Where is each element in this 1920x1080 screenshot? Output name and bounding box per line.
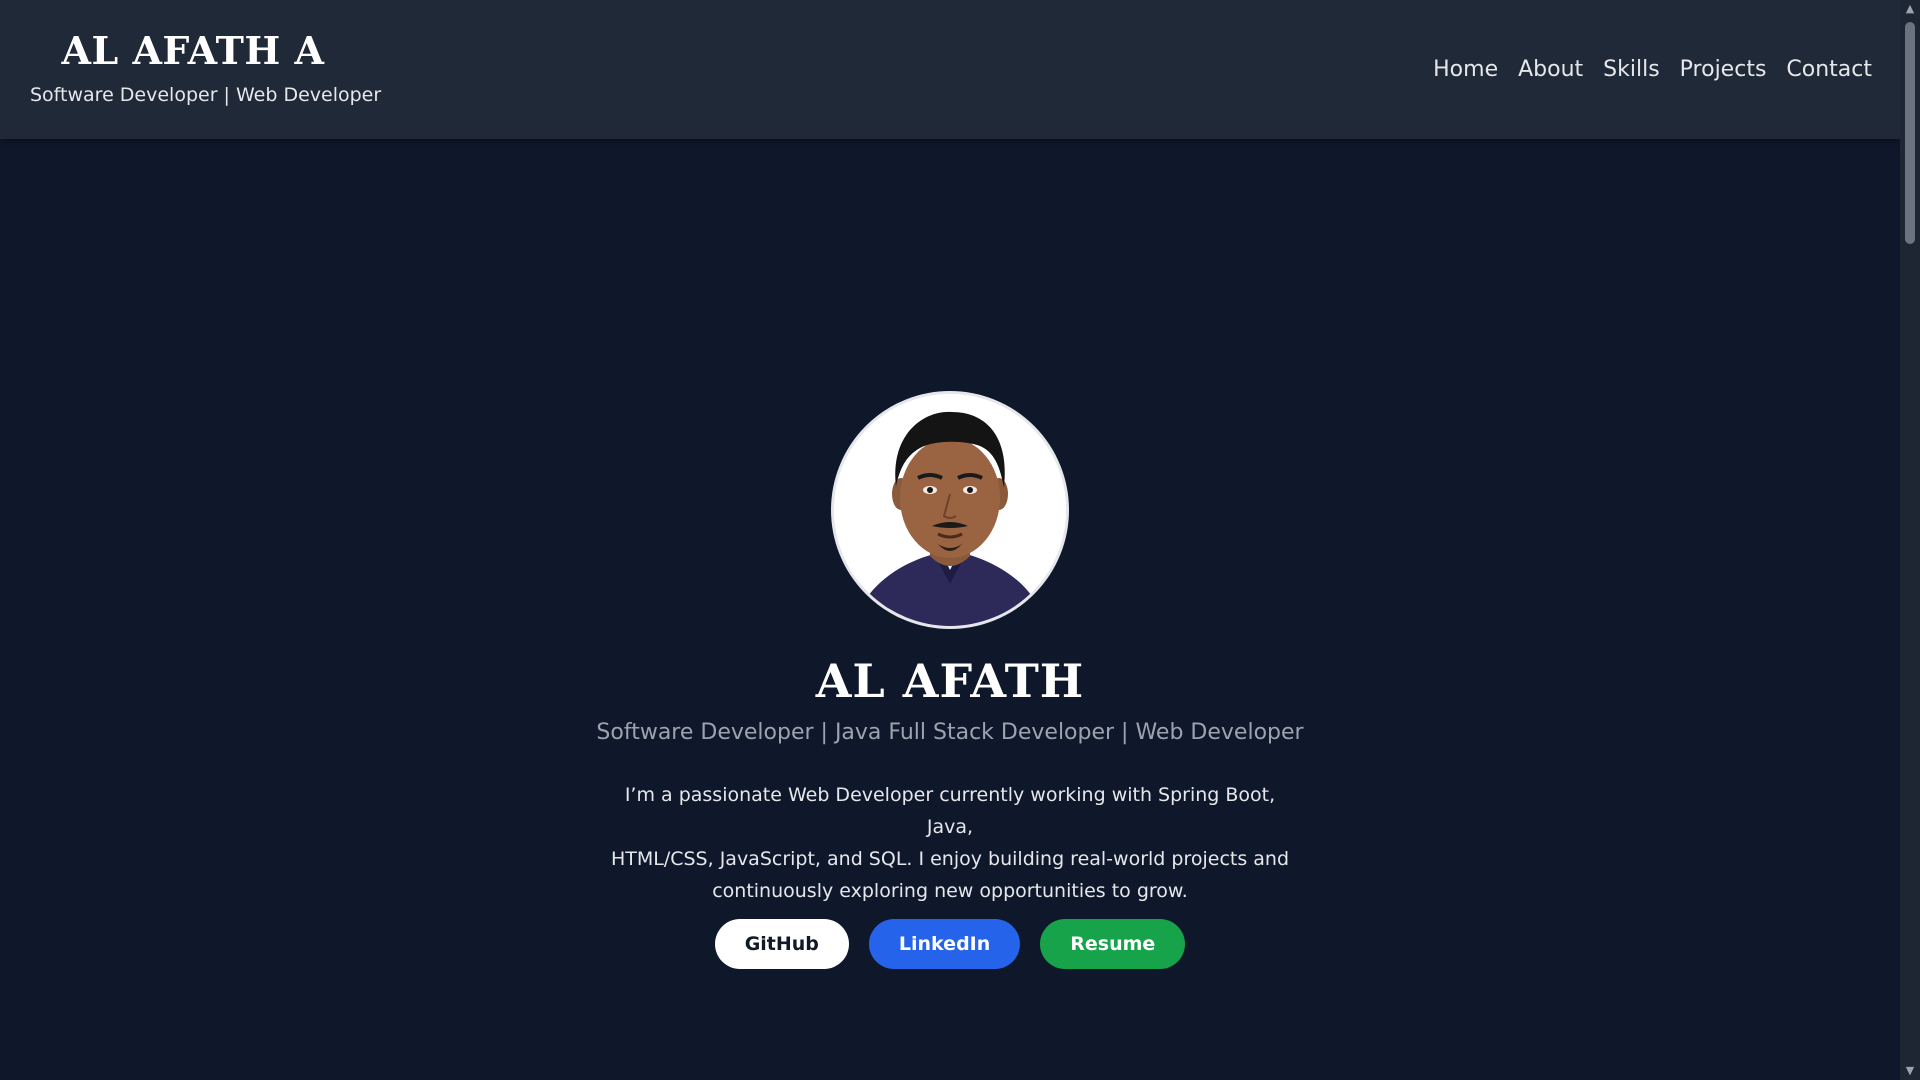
hero-bio-line: HTML/CSS, JavaScript, and SQL. I enjoy b… — [610, 848, 1290, 870]
nav-link-projects[interactable]: Projects — [1680, 52, 1767, 88]
scroll-down-arrow-icon[interactable]: ▼ — [1900, 1062, 1920, 1080]
hero-subtitle: Software Developer | Java Full Stack Dev… — [596, 720, 1304, 745]
brand-tagline: Software Developer | Web Developer — [30, 84, 382, 106]
nav-link-about[interactable]: About — [1518, 52, 1583, 88]
linkedin-button[interactable]: LinkedIn — [868, 919, 1021, 969]
hero-bio-line: I’m a passionate Web Developer currently… — [624, 784, 1276, 838]
nav-link-skills[interactable]: Skills — [1603, 52, 1660, 88]
brand: AL AFATH A Software Developer | Web Deve… — [30, 24, 382, 108]
site-header: AL AFATH A Software Developer | Web Deve… — [0, 0, 1900, 139]
hero-bio: I’m a passionate Web Developer currently… — [610, 779, 1290, 907]
avatar-portrait-icon — [834, 394, 1066, 626]
hero-bio-line: continuously exploring new opportunities… — [712, 880, 1188, 902]
profile-photo — [831, 391, 1069, 629]
main-nav: Home About Skills Projects Contact — [1433, 52, 1872, 88]
brand-name: AL AFATH A — [61, 28, 325, 73]
hero-actions: GitHub LinkedIn Resume — [0, 919, 1900, 969]
vertical-scrollbar[interactable]: ▲ ▼ — [1900, 0, 1920, 1080]
resume-button[interactable]: Resume — [1040, 919, 1186, 969]
nav-link-home[interactable]: Home — [1433, 52, 1498, 88]
nav-link-contact[interactable]: Contact — [1786, 52, 1872, 88]
hero-section: AL AFATH Software Developer | Java Full … — [0, 139, 1900, 1080]
hero-name: AL AFATH — [815, 654, 1085, 708]
github-button[interactable]: GitHub — [714, 919, 849, 969]
scroll-up-arrow-icon[interactable]: ▲ — [1900, 0, 1920, 18]
scroll-thumb[interactable] — [1905, 22, 1915, 244]
portfolio-page: AL AFATH A Software Developer | Web Deve… — [0, 0, 1920, 1080]
